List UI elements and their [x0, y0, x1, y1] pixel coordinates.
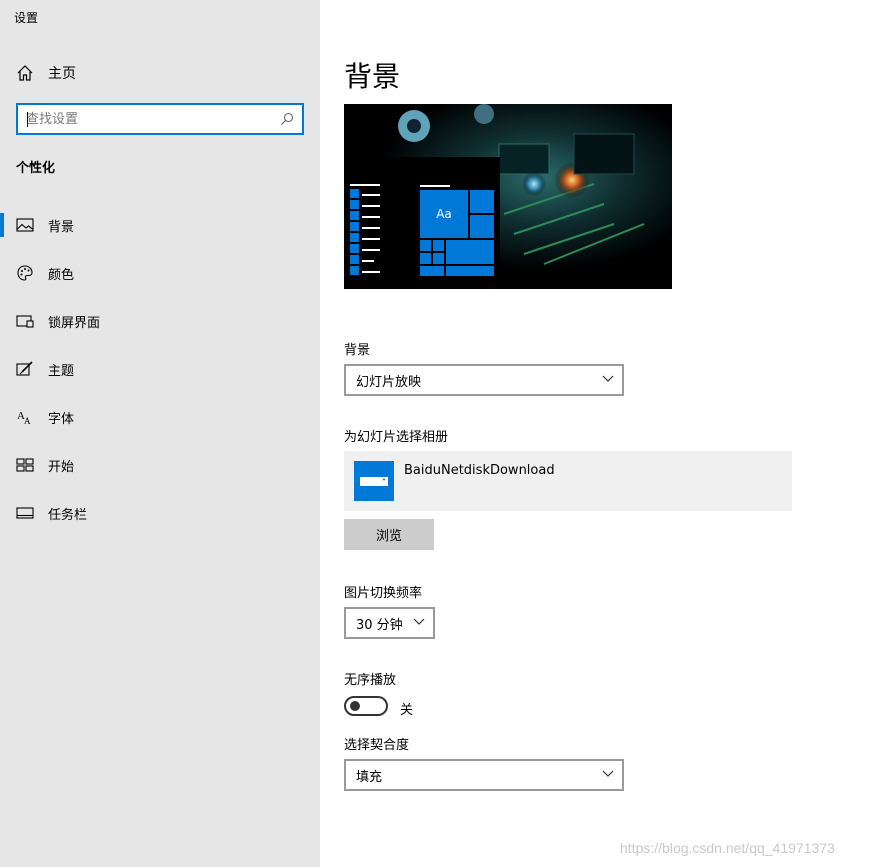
- search-box[interactable]: [16, 103, 304, 135]
- shuffle-label: 无序播放: [344, 673, 397, 688]
- home-label: 主页: [48, 66, 76, 82]
- interval-select[interactable]: 30 分钟: [344, 607, 435, 639]
- section-title: 个性化: [16, 161, 56, 176]
- sidebar-item-fonts[interactable]: AA 字体: [0, 397, 320, 437]
- watermark: https://blog.csdn.net/qq_41971373: [620, 840, 835, 856]
- sidebar-item-background[interactable]: 背景: [0, 205, 320, 245]
- svg-text:A: A: [24, 416, 31, 426]
- sidebar-item-label: 开始: [48, 459, 75, 475]
- theme-brush-icon: [16, 360, 34, 378]
- sidebar-item-label: 主题: [48, 363, 75, 379]
- page-title: 背景: [344, 60, 401, 93]
- folder-icon: [354, 461, 394, 501]
- sidebar-item-label: 字体: [48, 411, 75, 427]
- start-tiles-icon: [16, 456, 34, 474]
- fit-label: 选择契合度: [344, 738, 410, 753]
- home-icon: [17, 65, 33, 81]
- sidebar-item-lock-screen[interactable]: 锁屏界面: [0, 301, 320, 341]
- window-title: 设置: [14, 11, 39, 25]
- background-select-value: 幻灯片放映: [356, 374, 422, 390]
- font-icon: AA: [16, 408, 34, 426]
- search-icon[interactable]: [280, 112, 294, 126]
- fit-select[interactable]: 填充: [344, 759, 624, 791]
- sidebar-item-colors[interactable]: 颜色: [0, 253, 320, 293]
- chevron-down-icon: [602, 770, 614, 777]
- text-caret: [27, 112, 28, 127]
- wallpaper-image: [344, 104, 672, 289]
- browse-button[interactable]: 浏览: [344, 519, 434, 550]
- toggle-knob: [350, 701, 360, 711]
- album-item[interactable]: BaiduNetdiskDownload: [344, 451, 792, 511]
- shuffle-state: 关: [400, 703, 414, 718]
- search-input[interactable]: [26, 110, 276, 128]
- picture-icon: [16, 216, 34, 234]
- sidebar-item-label: 背景: [48, 219, 75, 235]
- home-link[interactable]: 主页: [16, 63, 76, 83]
- preview-tile-text: Aa: [436, 207, 452, 221]
- fit-select-value: 填充: [356, 769, 383, 785]
- sidebar-item-label: 锁屏界面: [48, 315, 101, 331]
- palette-icon: [16, 264, 34, 282]
- sidebar-item-start[interactable]: 开始: [0, 445, 320, 485]
- chevron-down-icon: [413, 618, 425, 625]
- sidebar: 设置 主页 个性化 背景 颜色 锁屏界面: [0, 0, 320, 867]
- sidebar-item-themes[interactable]: 主题: [0, 349, 320, 389]
- shuffle-toggle[interactable]: [344, 696, 388, 716]
- sidebar-item-label: 任务栏: [48, 507, 88, 523]
- interval-label: 图片切换频率: [344, 586, 423, 601]
- album-label: 为幻灯片选择相册: [344, 430, 449, 445]
- sidebar-item-taskbar[interactable]: 任务栏: [0, 493, 320, 533]
- background-select[interactable]: 幻灯片放映: [344, 364, 624, 396]
- background-preview: Aa: [344, 104, 672, 289]
- taskbar-icon: [16, 504, 34, 522]
- chevron-down-icon: [602, 375, 614, 382]
- lock-screen-icon: [16, 312, 34, 330]
- album-name: BaiduNetdiskDownload: [404, 463, 555, 478]
- sidebar-item-label: 颜色: [48, 267, 75, 283]
- interval-select-value: 30 分钟: [356, 617, 403, 633]
- background-label: 背景: [344, 343, 371, 358]
